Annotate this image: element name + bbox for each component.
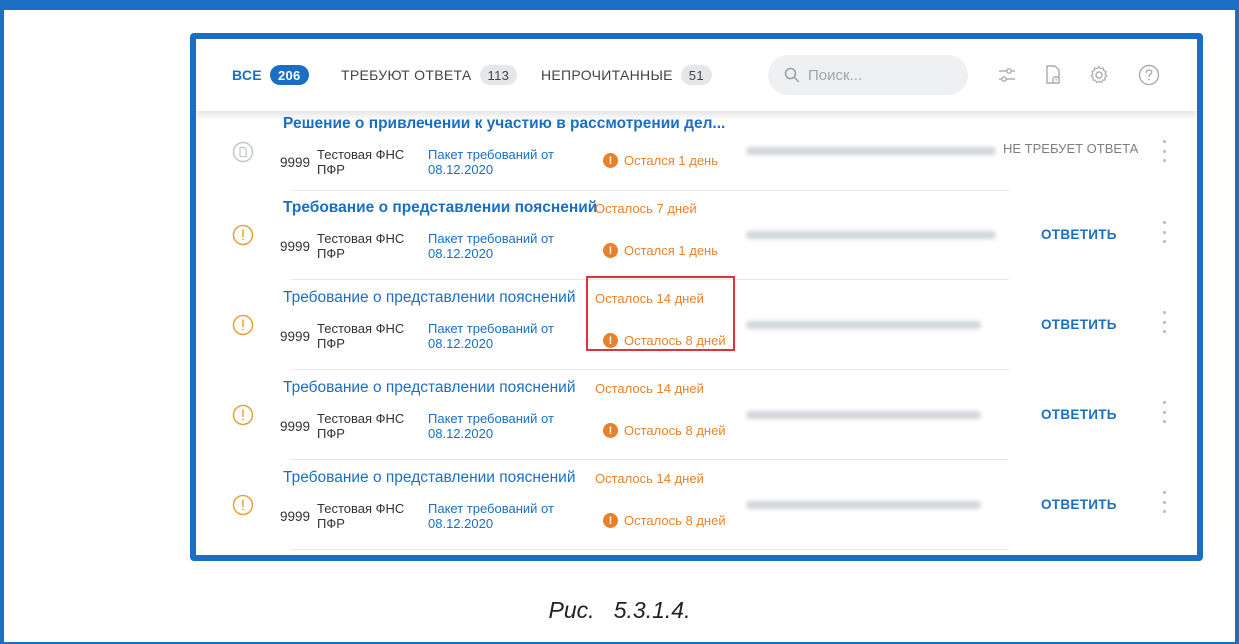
list-item[interactable]: Требование о представлении пояснений Ост… [232,281,1166,370]
tab-all[interactable]: Все 206 [232,64,309,86]
tab-unread-label: Непрочитанные [541,67,673,83]
row-number: 9999 [280,509,311,524]
row-title[interactable]: Решение о привлечении к участию в рассмо… [283,115,725,133]
alert-circle-icon [232,314,254,336]
list-item[interactable]: Требование о представлении пояснений Ост… [232,461,1166,550]
tab-requires-reply[interactable]: Требуют ответа 113 [341,64,518,86]
alert-circle-icon [232,494,254,516]
row-deadline-text: Осталось 8 дней [624,333,726,348]
document-icon [232,141,254,163]
more-options-icon[interactable] [1161,311,1167,333]
row-number: 9999 [280,155,311,170]
tab-requires-reply-label: Требуют ответа [341,67,472,83]
more-options-icon[interactable] [1161,221,1167,243]
search-box [768,55,968,95]
row-package-link[interactable]: Пакет требований от 08.12.2020 [428,321,578,351]
row-sender: Тестовая ФНС ПФР [317,231,405,261]
row-package-link[interactable]: Пакет требований от 08.12.2020 [428,231,578,261]
row-deadline: ! Осталось 8 дней [603,333,726,348]
blurred-organization-name [746,146,996,155]
row-deadline-text: Осталось 8 дней [624,513,726,528]
tab-unread-count: 51 [680,65,712,85]
reply-button[interactable]: ОТВЕТИТЬ [1041,317,1117,332]
more-options-icon[interactable] [1161,140,1167,162]
warning-icon: ! [603,243,618,258]
row-number: 9999 [280,419,311,434]
search-icon [784,67,800,83]
tab-all-count: 206 [269,65,309,85]
gear-icon[interactable] [1088,64,1110,86]
toolbar: Все 206 Требуют ответа 113 Непрочитанные… [196,39,1197,111]
reply-button[interactable]: ОТВЕТИТЬ [1041,407,1117,422]
row-title[interactable]: Требование о представлении пояснений [283,289,576,307]
row-sender: Тестовая ФНС ПФР [317,321,405,351]
row-deadline-main: Осталось 7 дней [595,201,697,216]
row-title[interactable]: Требование о представлении пояснений [283,199,597,217]
tab-unread[interactable]: Непрочитанные 51 [541,64,712,86]
reply-button[interactable]: ОТВЕТИТЬ [1041,497,1117,512]
blurred-organization-name [746,501,981,509]
row-deadline: ! Осталось 8 дней [603,513,726,528]
warning-icon: ! [603,333,618,348]
row-organization [746,191,1011,279]
row-deadline: ! Осталось 8 дней [603,423,726,438]
row-package-link[interactable]: Пакет требований от 08.12.2020 [428,411,578,441]
list-item[interactable]: Решение о привлечении к участию в рассмо… [232,111,1166,191]
row-title[interactable]: Требование о представлении пояснений [283,469,576,487]
row-deadline-main: Осталось 14 дней [595,291,704,306]
row-package-link[interactable]: Пакет требований от 08.12.2020 [428,147,578,177]
row-deadline: ! Остался 1 день [603,153,718,168]
tab-all-label: Все [232,67,262,83]
row-organization [746,371,1011,459]
row-organization [746,111,1011,190]
warning-icon: ! [603,153,618,168]
document-clock-icon[interactable] [1042,64,1064,86]
sliders-icon[interactable] [996,64,1018,86]
caption-prefix: Рис. [548,597,595,623]
more-options-icon[interactable] [1161,491,1167,513]
row-package-link[interactable]: Пакет требований от 08.12.2020 [428,501,578,531]
alert-circle-icon [232,224,254,246]
search-input[interactable] [808,66,958,84]
list-item[interactable]: Требование о представлении пояснений Ост… [232,191,1166,280]
row-title[interactable]: Требование о представлении пояснений [283,379,576,397]
caption-number: 5.3.1.4. [613,597,691,623]
tab-requires-reply-count: 113 [479,65,518,85]
list-item[interactable]: Требование о представлении пояснений Ост… [232,371,1166,460]
blurred-organization-name [746,411,981,419]
warning-icon: ! [603,513,618,528]
row-organization [746,461,1011,549]
alert-circle-icon [232,404,254,426]
row-sender: Тестовая ФНС ПФР [317,147,405,177]
blurred-organization-name [746,231,996,239]
row-deadline-main: Осталось 14 дней [595,381,704,396]
blurred-organization-name [746,321,981,329]
row-deadline-text: Осталось 8 дней [624,423,726,438]
row-deadline-main: Осталось 14 дней [595,471,704,486]
app-window: Все 206 Требуют ответа 113 Непрочитанные… [190,33,1203,561]
help-icon[interactable] [1138,64,1160,86]
figure-caption: Рис. 5.3.1.4. [0,597,1239,624]
row-number: 9999 [280,239,311,254]
reply-button[interactable]: ОТВЕТИТЬ [1041,227,1117,242]
row-number: 9999 [280,329,311,344]
warning-icon: ! [603,423,618,438]
row-sender: Тестовая ФНС ПФР [317,411,405,441]
row-deadline-text: Остался 1 день [624,153,718,168]
row-deadline: ! Остался 1 день [603,243,718,258]
row-deadline-text: Остался 1 день [624,243,718,258]
row-organization [746,281,1011,369]
row-sender: Тестовая ФНС ПФР [317,501,405,531]
more-options-icon[interactable] [1161,401,1167,423]
row-status: НЕ ТРЕБУЕТ ОТВЕТА [1003,141,1139,156]
